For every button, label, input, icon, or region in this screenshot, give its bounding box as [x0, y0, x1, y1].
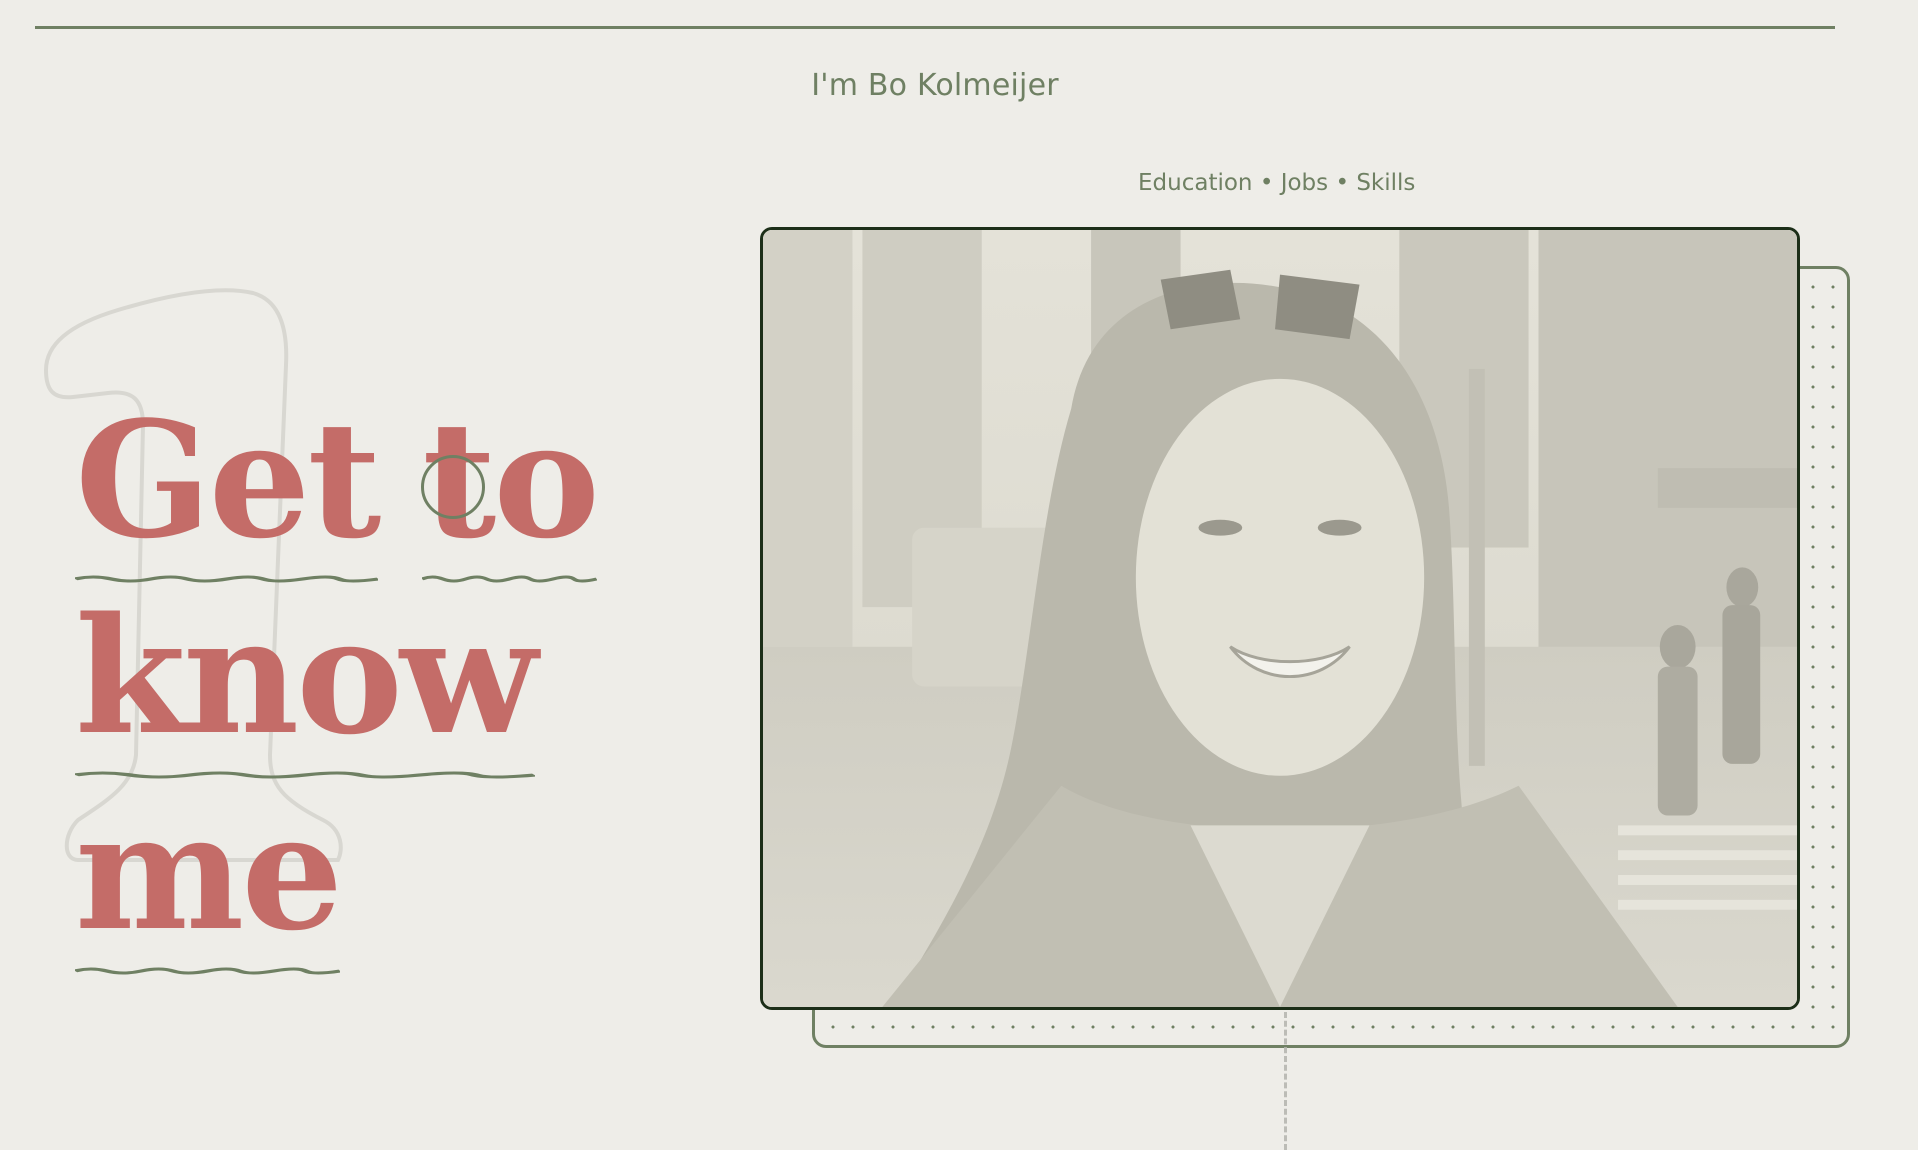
headline-word: me: [75, 774, 343, 975]
site-name-link[interactable]: I'm Bo Kolmeijer: [0, 68, 1870, 103]
page: I'm Bo Kolmeijer Education • Jobs • Skil…: [0, 0, 1918, 1150]
top-divider: [35, 26, 1835, 29]
section-nav[interactable]: Education • Jobs • Skills: [1138, 170, 1415, 196]
headline-word-text: me: [75, 778, 343, 966]
headline-word-text: know: [75, 582, 538, 770]
headline-word: Get: [75, 382, 381, 583]
headline-word: know: [75, 578, 538, 779]
hero-headline: Get to know me: [75, 382, 1075, 975]
timeline-dashed-line: [1284, 1012, 1287, 1150]
wavy-underline: [75, 967, 341, 975]
headline-word-text: Get: [75, 386, 381, 574]
cursor-circle: [421, 455, 485, 519]
